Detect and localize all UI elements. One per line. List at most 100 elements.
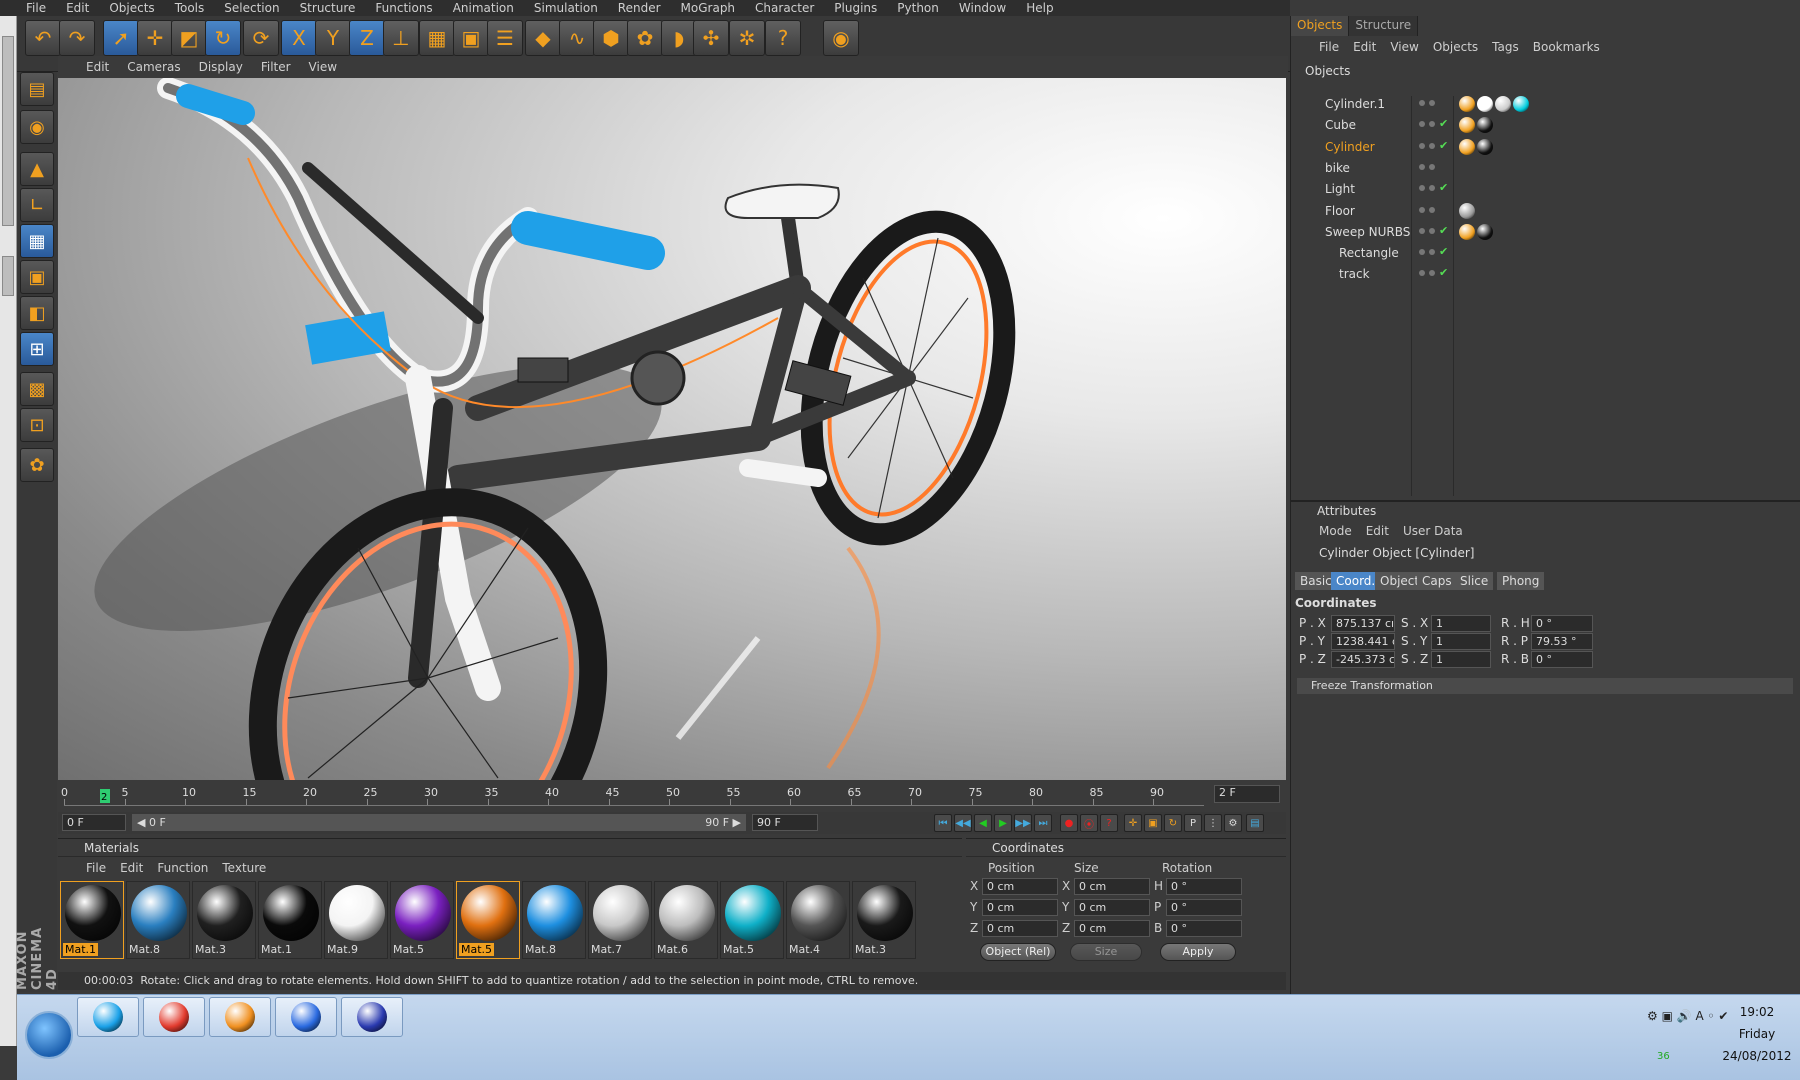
menu-python[interactable]: Python [897,1,939,15]
material-tag-icon[interactable] [1513,96,1529,112]
render-dot[interactable] [1429,227,1435,234]
clock-time[interactable]: 19:02 [1717,1005,1797,1019]
render-dot[interactable] [1429,185,1435,192]
material-tag-icon[interactable] [1459,117,1475,134]
menu-render[interactable]: Render [618,1,661,15]
use-points-mode-icon[interactable]: ▲ [20,152,54,186]
current-frame-field[interactable]: 2 F [1214,785,1280,803]
attr-tab[interactable]: Phong [1497,572,1545,590]
key-scale-icon[interactable]: ▣ [1144,814,1162,832]
menu-selection[interactable]: Selection [224,1,279,15]
attributes-menu-item[interactable]: User Data [1403,522,1463,540]
itunes-taskbar-button[interactable] [275,997,337,1037]
scrollbar-thumb[interactable] [2,36,14,226]
viewport-menu-cameras[interactable]: Cameras [127,60,180,74]
render-settings-icon[interactable]: ☰ [487,20,523,56]
rot-field[interactable]: 0 ° [1166,920,1242,937]
play-forward-icon[interactable]: ▶ [994,814,1012,832]
size-mode-dropdown[interactable]: Size [1070,943,1142,961]
attr-field[interactable]: 1 [1431,615,1491,632]
use-model-mode-icon[interactable]: ▤ [20,72,54,106]
material-swatch[interactable]: Mat.7 [588,881,652,959]
object-row[interactable]: Cylinder ✔ [1291,137,1800,158]
texture-mode-icon[interactable]: ▣ [20,260,54,294]
menu-structure[interactable]: Structure [300,1,356,15]
cinema4d-icon[interactable]: ◉ [823,20,859,56]
object-menu-edit[interactable]: Edit [1353,38,1376,56]
visibility-dot[interactable] [1419,163,1425,170]
material-tag-icon[interactable] [1477,117,1493,134]
attr-field[interactable]: 875.137 cı [1331,615,1395,632]
timeline[interactable]: 0 5 10 15 20 25 30 35 40 45 50 55 60 65 70 75 80 85 90 2 2 … [58,782,1286,808]
attr-field[interactable]: 0 ° [1531,651,1593,668]
visibility-dot[interactable] [1419,100,1425,106]
array-icon[interactable]: ✿ [627,20,663,56]
blender-taskbar-button[interactable] [341,997,403,1037]
freeze-transformation[interactable]: Freeze Transformation [1297,678,1793,694]
playhead-marker[interactable]: 2 [100,789,110,803]
visibility-dot[interactable] [1419,121,1425,128]
visibility-dot[interactable] [1419,227,1425,234]
record-icon[interactable]: ● [1060,814,1078,832]
attr-field[interactable]: -245.373 c [1331,651,1395,668]
object-menu-view[interactable]: View [1390,38,1418,56]
rotate-icon[interactable]: ↻ [205,20,241,56]
object-row[interactable]: Floor [1291,201,1800,222]
enabled-check-icon[interactable]: ✔ [1439,245,1448,258]
object-row[interactable]: Sweep NURBS ✔ [1291,222,1800,243]
material-tag-icon[interactable] [1459,202,1475,219]
render-picture-viewer-icon[interactable]: ▣ [453,20,489,56]
end-frame-field[interactable]: 90 F [752,814,818,831]
nurbs-icon[interactable]: ⬢ [593,20,629,56]
camera-light-icon[interactable]: ✲ [729,20,765,56]
z-axis-icon[interactable]: Z [349,20,385,56]
visibility-dot[interactable] [1419,249,1425,256]
start-frame-field[interactable]: 0 F [62,814,126,831]
bodypaint-icon[interactable]: ⊡ [20,408,54,442]
material-tag-icon[interactable] [1495,96,1511,112]
object-row[interactable]: bike [1291,158,1800,179]
materials-menu-texture[interactable]: Texture [222,859,266,877]
next-key-icon[interactable]: ▶▶ [1014,814,1032,832]
attr-tab[interactable]: Slice [1455,572,1494,590]
prev-key-icon[interactable]: ◀◀ [954,814,972,832]
key-rotation-icon[interactable]: ↻ [1164,814,1182,832]
menu-plugins[interactable]: Plugins [834,1,877,15]
visibility-dot[interactable] [1419,270,1425,277]
scale-icon[interactable]: ◩ [171,20,207,56]
menu-objects[interactable]: Objects [109,1,154,15]
object-menu-objects[interactable]: Objects [1433,38,1478,56]
menu-file[interactable]: File [26,1,46,15]
key-pla-icon[interactable]: ⋮ [1204,814,1222,832]
skype-taskbar-button[interactable] [77,997,139,1037]
object-row[interactable]: Rectangle ✔ [1291,243,1800,264]
firefox-taskbar-button[interactable] [209,997,271,1037]
render-dot[interactable] [1429,206,1435,213]
render-dot[interactable] [1429,270,1435,277]
viewport-menu-view[interactable]: View [309,60,337,74]
y-axis-icon[interactable]: Y [315,20,351,56]
material-swatch[interactable]: Mat.5 [720,881,784,959]
material-tag-icon[interactable] [1459,223,1475,240]
coordinate-system-icon[interactable]: ⊥ [383,20,419,56]
timeline-icon[interactable]: ▤ [1246,814,1264,832]
material-swatch[interactable]: Mat.1 [60,881,124,959]
render-dot[interactable] [1429,249,1435,256]
enabled-check-icon[interactable]: ✔ [1439,117,1448,130]
menu-simulation[interactable]: Simulation [534,1,598,15]
material-swatch[interactable]: Mat.3 [192,881,256,959]
size-field[interactable]: 0 cm [1074,920,1150,937]
object-row[interactable]: Cylinder.1 [1291,94,1800,115]
attributes-menu-item[interactable]: Edit [1366,522,1389,540]
menu-mograph[interactable]: MoGraph [681,1,736,15]
keyframe-selection-icon[interactable]: ? [1100,814,1118,832]
scrollbar-thumb-lower[interactable] [2,256,14,296]
attributes-menu-item[interactable]: Mode [1319,522,1352,540]
menu-window[interactable]: Window [959,1,1006,15]
enabled-check-icon[interactable]: ✔ [1439,224,1448,237]
render-dot[interactable] [1429,100,1435,106]
enabled-check-icon[interactable]: ✔ [1439,181,1448,194]
help-icon[interactable]: ? [765,20,801,56]
attr-field[interactable]: 1 [1431,651,1491,668]
material-tag-icon[interactable] [1477,138,1493,155]
